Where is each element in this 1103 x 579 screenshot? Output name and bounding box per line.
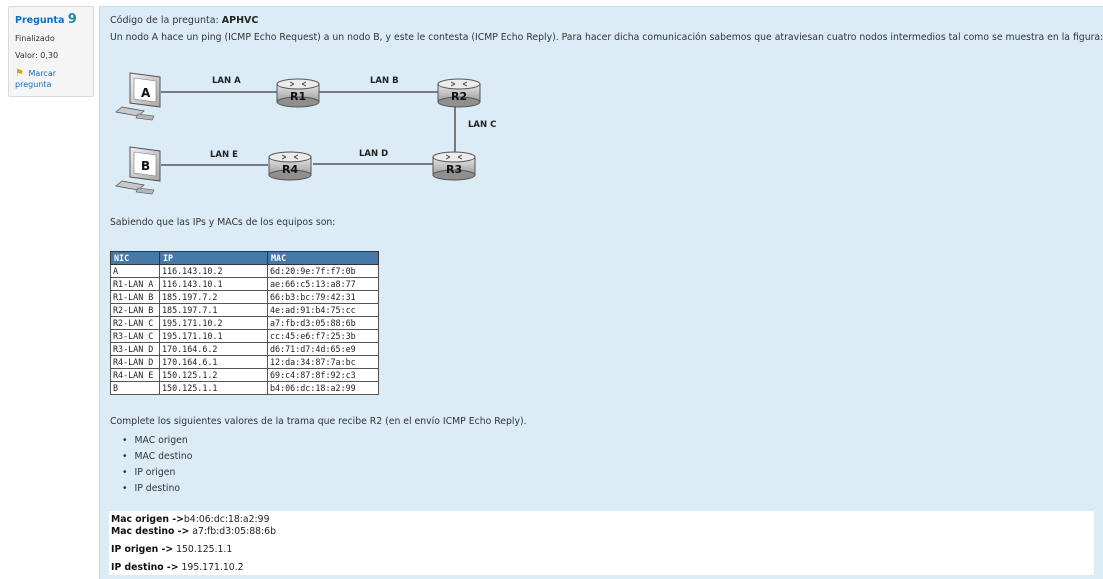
question-code-value: APHVC	[221, 15, 259, 26]
table-cell-nic: B	[110, 381, 160, 395]
question-grade: Valor: 0,30	[15, 51, 59, 60]
question-intro: Un nodo A hace un ping (ICMP Echo Reques…	[110, 32, 1103, 43]
list-item: IP origen	[122, 467, 192, 483]
complete-instructions: Complete los siguientes valores de la tr…	[110, 416, 527, 427]
answer-ip-destino: IP destino -> 195.171.10.2	[111, 562, 244, 573]
list-item: IP destino	[122, 483, 192, 499]
answer-mac-destino-label: Mac destino ->	[111, 526, 190, 537]
router-r4-label: R4	[282, 163, 298, 176]
answer-mac-origen-value: b4:06:dc:18:a2:99	[183, 514, 270, 525]
table-cell-ip: 116.143.10.2	[159, 264, 268, 278]
label-lan-c: LAN C	[468, 120, 496, 130]
table-cell-nic: R3-LAN C	[110, 329, 160, 343]
table-cell-mac: 6d:20:9e:7f:f7:0b	[267, 264, 379, 278]
question-number: Pregunta 9	[15, 12, 87, 27]
flag-label-1[interactable]: Marcar	[29, 69, 57, 78]
router-r4-icon: R4	[268, 151, 312, 181]
table-cell-nic: R1-LAN A	[110, 277, 160, 291]
table-cell-mac: 4e:ad:91:b4:75:cc	[267, 303, 379, 317]
table-header-ip: IP	[159, 251, 268, 265]
table-cell-mac: 69:c4:87:8f:92:c3	[267, 368, 379, 382]
router-r3-icon: R3	[432, 151, 476, 181]
table-cell-ip: 185.197.7.1	[159, 303, 268, 317]
question-info-panel: Pregunta 9 Finalizado Valor: 0,30 ⚑ Marc…	[8, 6, 94, 97]
table-cell-nic: R4-LAN E	[110, 368, 160, 382]
table-cell-ip: 150.125.1.1	[159, 381, 268, 395]
answer-mac-origen: Mac origen ->b4:06:dc:18:a2:99	[111, 514, 270, 525]
table-cell-mac: ae:66:c5:13:a8:77	[267, 277, 379, 291]
router-r1-label: R1	[290, 90, 306, 103]
router-r2-label: R2	[451, 90, 467, 103]
question-code-label: Código de la pregunta:	[110, 15, 222, 26]
list-item: MAC origen	[122, 435, 192, 451]
question-code: Código de la pregunta: APHVC	[110, 15, 258, 26]
host-a-icon: A	[115, 72, 161, 121]
host-b-icon: B	[115, 146, 161, 195]
table-cell-ip: 170.164.6.1	[159, 355, 268, 369]
table-cell-ip: 170.164.6.2	[159, 342, 268, 356]
router-r2-icon: R2	[437, 78, 481, 108]
host-a-label: A	[141, 86, 151, 100]
table-cell-mac: cc:45:e6:f7:25:3b	[267, 329, 379, 343]
flag-label-2[interactable]: pregunta	[15, 80, 51, 89]
table-cell-nic: A	[110, 264, 160, 278]
table-cell-ip: 195.171.10.2	[159, 316, 268, 330]
answer-mac-destino: Mac destino -> a7:fb:d3:05:88:6b	[111, 526, 276, 537]
table-row: R3-LAN D 170.164.6.2 d6:71:d7:4d:65:e9	[110, 342, 379, 356]
question-formulation: Código de la pregunta: APHVC Un nodo A h…	[99, 6, 1103, 579]
table-cell-nic: R1-LAN B	[110, 290, 160, 304]
answer-ip-origen-label: IP origen ->	[111, 544, 174, 555]
answer-ip-origen: IP origen -> 150.125.1.1	[111, 544, 232, 555]
table-row: R4-LAN E 150.125.1.2 69:c4:87:8f:92:c3	[110, 368, 379, 382]
network-diagram: LAN A LAN B LAN C LAN D LAN E A B R1 R2 …	[115, 72, 496, 195]
question-state: Finalizado	[15, 34, 55, 43]
router-r3-label: R3	[446, 163, 462, 176]
table-cell-mac: a7:fb:d3:05:88:6b	[267, 316, 379, 330]
answer-ip-destino-value: 195.171.10.2	[178, 562, 244, 573]
table-row: R1-LAN B 185.197.7.2 66:b3:bc:79:42:31	[110, 290, 379, 304]
table-cell-ip: 195.171.10.1	[159, 329, 268, 343]
nic-table: NIC IP MAC A 116.143.10.2 6d:20:9e:7f:f7:0…	[110, 251, 379, 395]
list-item: MAC destino	[122, 451, 192, 467]
flag-icon[interactable]: ⚑	[15, 68, 24, 79]
table-cell-nic: R4-LAN D	[110, 355, 160, 369]
table-cell-nic: R3-LAN D	[110, 342, 160, 356]
table-row: R4-LAN D 170.164.6.1 12:da:34:87:7a:bc	[110, 355, 379, 369]
table-cell-mac: 66:b3:bc:79:42:31	[267, 290, 379, 304]
label-lan-e: LAN E	[210, 150, 238, 160]
table-row: R3-LAN C 195.171.10.1 cc:45:e6:f7:25:3b	[110, 329, 379, 343]
table-cell-mac: b4:06:dc:18:a2:99	[267, 381, 379, 395]
table-row: R2-LAN C 195.171.10.2 a7:fb:d3:05:88:6b	[110, 316, 379, 330]
table-cell-nic: R2-LAN B	[110, 303, 160, 317]
table-cell-mac: 12:da:34:87:7a:bc	[267, 355, 379, 369]
answer-mac-destino-value: a7:fb:d3:05:88:6b	[189, 526, 276, 537]
answer-mac-origen-label: Mac origen ->	[111, 514, 184, 525]
table-row: A 116.143.10.2 6d:20:9e:7f:f7:0b	[110, 264, 379, 278]
label-lan-b: LAN B	[370, 76, 399, 86]
answer-ip-origen-value: 150.125.1.1	[173, 544, 233, 555]
table-cell-mac: d6:71:d7:4d:65:e9	[267, 342, 379, 356]
knowing-text: Sabiendo que las IPs y MACs de los equip…	[110, 217, 336, 228]
label-lan-a: LAN A	[212, 76, 241, 86]
router-r1-icon: R1	[276, 78, 320, 108]
question-label: Pregunta	[15, 15, 65, 26]
host-b-label: B	[141, 159, 150, 173]
table-row: R2-LAN B 185.197.7.1 4e:ad:91:b4:75:cc	[110, 303, 379, 317]
table-row: R1-LAN A 116.143.10.1 ae:66:c5:13:a8:77	[110, 277, 379, 291]
table-header-nic: NIC	[110, 251, 160, 265]
table-cell-ip: 150.125.1.2	[159, 368, 268, 382]
flag-question-link[interactable]: ⚑ Marcar pregunta	[15, 68, 87, 90]
answer-box[interactable]: Mac origen ->b4:06:dc:18:a2:99 Mac desti…	[109, 511, 1094, 575]
table-cell-ip: 185.197.7.2	[159, 290, 268, 304]
table-cell-nic: R2-LAN C	[110, 316, 160, 330]
table-header-row: NIC IP MAC	[110, 251, 379, 265]
question-number-value: 9	[67, 12, 77, 27]
answer-ip-destino-label: IP destino ->	[111, 562, 179, 573]
label-lan-d: LAN D	[359, 149, 388, 159]
table-header-mac: MAC	[267, 251, 379, 265]
table-row: B 150.125.1.1 b4:06:dc:18:a2:99	[110, 381, 379, 395]
fields-list: MAC origen MAC destino IP origen IP dest…	[122, 435, 192, 499]
table-cell-ip: 116.143.10.1	[159, 277, 268, 291]
